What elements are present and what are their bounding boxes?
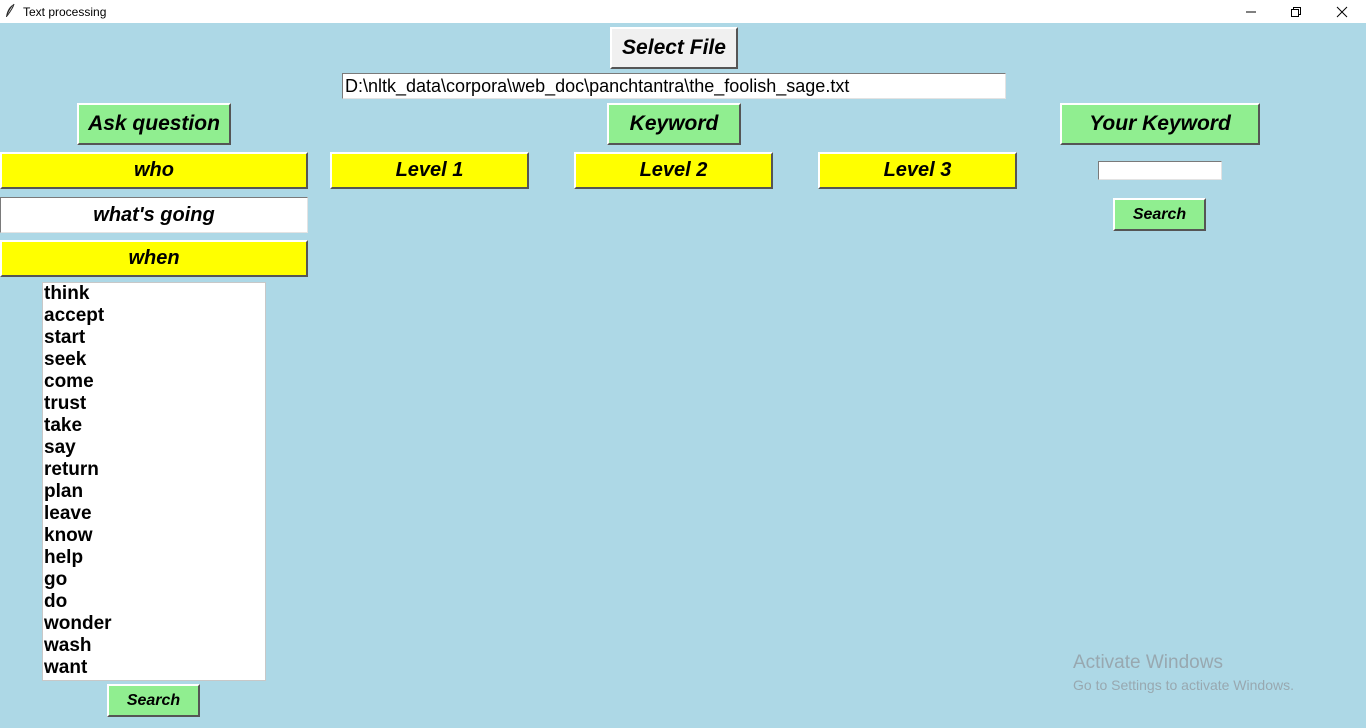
list-item[interactable]: start — [43, 327, 265, 349]
list-item[interactable]: accept — [43, 305, 265, 327]
level-1-button[interactable]: Level 1 — [330, 152, 529, 189]
list-item[interactable]: trust — [43, 393, 265, 415]
list-item[interactable]: do — [43, 591, 265, 613]
file-path-input[interactable] — [342, 73, 1006, 99]
feather-app-icon — [4, 3, 16, 19]
whats-going-field[interactable] — [0, 197, 308, 233]
list-item[interactable]: want — [43, 657, 265, 679]
list-item[interactable]: wonder — [43, 613, 265, 635]
restore-icon — [1291, 7, 1301, 17]
close-button[interactable] — [1319, 0, 1365, 23]
list-item[interactable]: leave — [43, 503, 265, 525]
select-file-button[interactable]: Select File — [610, 27, 738, 69]
watermark-subtitle: Go to Settings to activate Windows. — [1073, 677, 1294, 693]
when-button[interactable]: when — [0, 240, 308, 277]
list-item[interactable]: know — [43, 525, 265, 547]
list-item[interactable]: go — [43, 569, 265, 591]
list-item[interactable]: plan — [43, 481, 265, 503]
keyword-input[interactable] — [1098, 161, 1222, 180]
window-title: Text processing — [23, 5, 107, 19]
who-button[interactable]: who — [0, 152, 308, 189]
close-icon — [1336, 6, 1348, 18]
list-item[interactable]: seek — [43, 349, 265, 371]
list-item[interactable]: help — [43, 547, 265, 569]
keyword-search-button[interactable]: Search — [1113, 198, 1206, 231]
level-2-button[interactable]: Level 2 — [574, 152, 773, 189]
list-item[interactable]: return — [43, 459, 265, 481]
level-3-button[interactable]: Level 3 — [818, 152, 1017, 189]
bottom-search-button[interactable]: Search — [107, 684, 200, 717]
verb-listbox[interactable]: think accept start seek come trust take say retu… — [42, 282, 266, 681]
list-item[interactable]: wash — [43, 635, 265, 657]
activation-watermark: Activate Windows Go to Settings to activ… — [1073, 652, 1294, 695]
list-item[interactable]: think — [43, 283, 265, 305]
keyword-button[interactable]: Keyword — [607, 103, 741, 145]
list-item[interactable]: take — [43, 415, 265, 437]
ask-question-button[interactable]: Ask question — [77, 103, 231, 145]
title-bar: Text processing — [0, 0, 1366, 23]
list-item[interactable]: come — [43, 371, 265, 393]
your-keyword-button[interactable]: Your Keyword — [1060, 103, 1260, 145]
restore-button[interactable] — [1273, 0, 1319, 23]
list-item[interactable]: say — [43, 437, 265, 459]
minimize-icon — [1246, 11, 1256, 13]
watermark-title: Activate Windows — [1073, 652, 1223, 673]
minimize-button[interactable] — [1228, 0, 1274, 23]
